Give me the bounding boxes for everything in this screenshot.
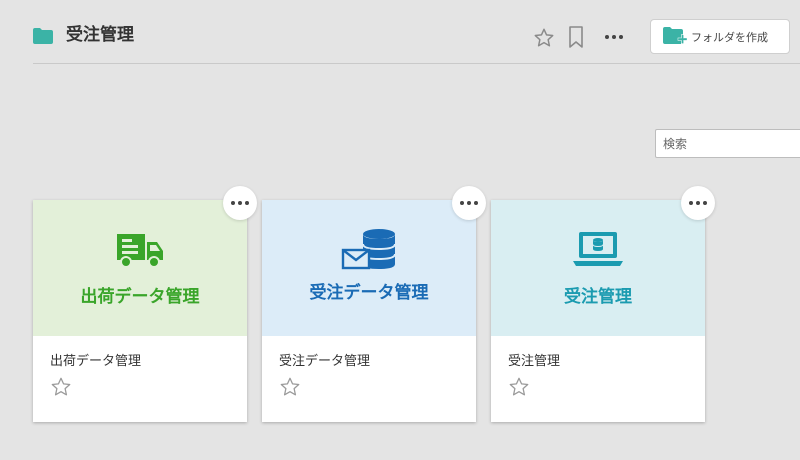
card-banner: 受注管理 xyxy=(491,200,705,336)
more-icon xyxy=(460,201,478,205)
card-banner-title: 受注データ管理 xyxy=(309,283,429,303)
app-card-shipping[interactable]: 出荷データ管理 出荷データ管理 xyxy=(33,186,257,422)
star-icon[interactable] xyxy=(533,27,555,49)
app-card-order-management[interactable]: 受注管理 受注管理 xyxy=(491,186,715,422)
app-header: 受注管理 フォルダを作成 xyxy=(0,0,800,64)
laptop-database-icon xyxy=(573,232,623,266)
more-icon xyxy=(231,201,249,205)
card-more-button[interactable] xyxy=(681,186,715,220)
create-folder-label: フォルダを作成 xyxy=(691,30,768,44)
search-input[interactable] xyxy=(655,129,800,158)
create-folder-button[interactable]: フォルダを作成 xyxy=(650,19,790,54)
mail-database-icon xyxy=(341,229,396,270)
card-banner-title: 受注管理 xyxy=(564,287,632,307)
bookmark-icon[interactable] xyxy=(568,26,584,48)
card-banner: 出荷データ管理 xyxy=(33,200,247,336)
card-banner-title: 出荷データ管理 xyxy=(80,287,200,307)
card-name: 受注管理 xyxy=(508,354,561,369)
card-more-button[interactable] xyxy=(223,186,257,220)
card-banner: 受注データ管理 xyxy=(262,200,476,336)
folder-add-icon xyxy=(663,26,687,44)
card-name: 受注データ管理 xyxy=(279,354,371,369)
card-name: 出荷データ管理 xyxy=(50,354,142,369)
star-icon[interactable] xyxy=(508,376,530,398)
folder-icon xyxy=(33,28,53,44)
card-more-button[interactable] xyxy=(452,186,486,220)
app-card-order-data[interactable]: 受注データ管理 受注データ管理 xyxy=(262,186,486,422)
star-icon[interactable] xyxy=(279,376,301,398)
page-title: 受注管理 xyxy=(66,25,134,45)
more-icon xyxy=(600,35,628,39)
header-divider xyxy=(33,63,800,64)
star-icon[interactable] xyxy=(50,376,72,398)
more-icon xyxy=(689,201,707,205)
more-options-button[interactable] xyxy=(600,26,628,50)
truck-icon xyxy=(117,234,163,268)
